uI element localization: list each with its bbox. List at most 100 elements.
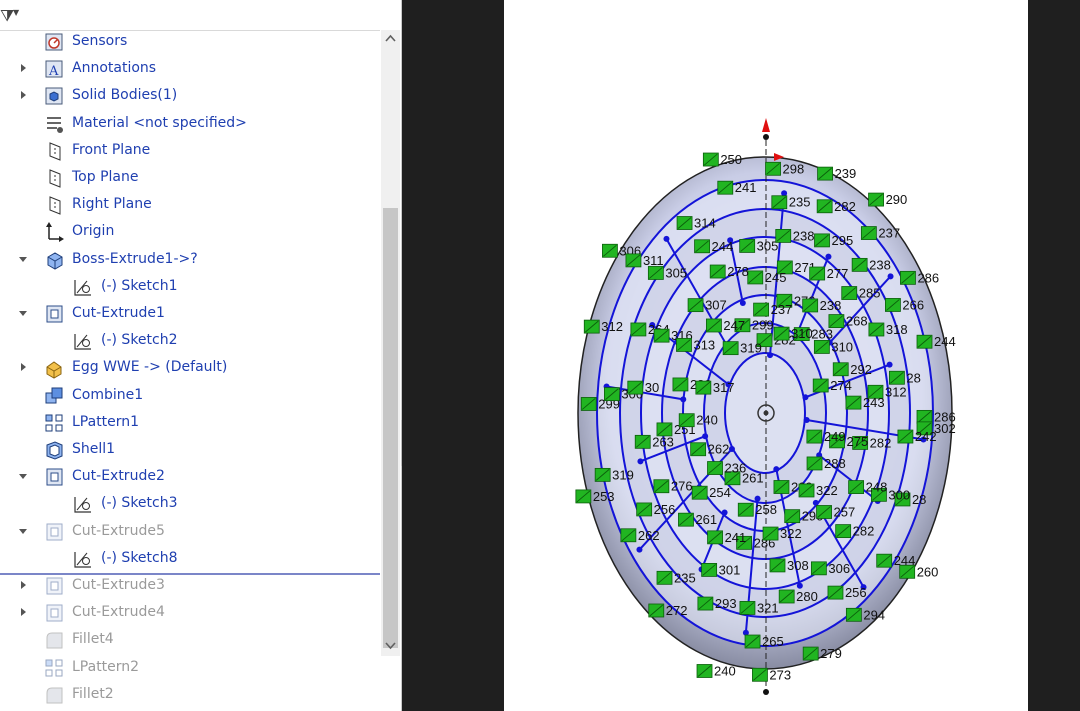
relation-marker[interactable]: 293	[697, 596, 737, 611]
sketch-point[interactable]	[812, 499, 819, 506]
relation-marker[interactable]: 238	[802, 298, 842, 313]
relation-marker[interactable]: 262	[620, 528, 660, 543]
tree-item[interactable]: A Annotations	[0, 56, 380, 83]
sketch-point[interactable]	[739, 300, 746, 307]
sketch-point[interactable]	[721, 509, 728, 516]
relation-marker[interactable]: 308	[769, 558, 809, 573]
sketch-point[interactable]	[728, 445, 735, 452]
relation-marker[interactable]: 282	[835, 524, 875, 539]
relation-marker[interactable]: 322	[798, 483, 838, 498]
relation-marker[interactable]: 286	[900, 270, 939, 285]
relation-marker[interactable]: 305	[647, 265, 687, 280]
relation-marker[interactable]: 321	[739, 600, 779, 615]
relation-marker[interactable]: 250	[702, 152, 742, 167]
collapse-arrow-icon[interactable]	[21, 64, 26, 73]
sketch-point[interactable]	[803, 416, 810, 423]
collapse-arrow-icon[interactable]	[21, 581, 26, 589]
relation-marker[interactable]: 236	[707, 461, 747, 476]
tree-item[interactable]: (-) Sketch3	[0, 491, 380, 518]
relation-marker[interactable]: 244	[916, 334, 956, 349]
relation-marker[interactable]: 254	[691, 485, 731, 500]
sketch-point[interactable]	[754, 495, 761, 502]
relation-marker[interactable]: 312	[583, 319, 623, 334]
sketch-point[interactable]	[767, 352, 774, 359]
tree-item[interactable]: LPattern1	[0, 410, 380, 437]
relation-marker[interactable]: 310	[813, 339, 853, 354]
tree-item[interactable]: (-) Sketch8	[0, 546, 380, 573]
relation-marker[interactable]: 235	[656, 570, 696, 585]
relation-marker[interactable]: 239	[817, 166, 857, 181]
relation-marker[interactable]: 247	[706, 318, 745, 333]
relation-marker[interactable]: 290	[868, 192, 908, 207]
relation-marker[interactable]: 235	[771, 195, 811, 210]
tree-item[interactable]: Cut-Extrude3	[0, 573, 380, 600]
relation-marker[interactable]: 238	[775, 228, 815, 243]
relation-marker[interactable]: 241	[717, 180, 757, 195]
relation-marker[interactable]: 273	[752, 667, 791, 682]
sketch-point[interactable]	[886, 361, 893, 368]
relation-marker[interactable]: 266	[885, 297, 924, 312]
tree-item[interactable]: Cut-Extrude2	[0, 464, 380, 491]
sketch-point[interactable]	[781, 190, 788, 197]
relation-marker[interactable]: 313	[676, 337, 715, 352]
relation-marker[interactable]: 319	[594, 467, 634, 482]
sketch-point[interactable]	[887, 273, 894, 280]
relation-marker[interactable]: 244	[876, 553, 916, 568]
scroll-down-button[interactable]	[381, 636, 400, 654]
sketch-point[interactable]	[773, 466, 780, 473]
relation-marker[interactable]: 268	[828, 314, 868, 329]
relation-marker[interactable]: 261	[678, 512, 717, 527]
relation-marker[interactable]: 258	[737, 502, 777, 517]
tree-item[interactable]: Egg WWE -> (Default)	[0, 355, 380, 382]
sketch-point[interactable]	[680, 396, 687, 403]
collapse-arrow-icon[interactable]	[21, 91, 26, 100]
chevron-down-icon[interactable]: ▼	[13, 8, 19, 17]
tree-item[interactable]: Cut-Extrude1	[0, 301, 380, 328]
sketch-point[interactable]	[802, 394, 809, 401]
sketch-point[interactable]	[637, 458, 644, 465]
relation-marker[interactable]: 243	[845, 395, 885, 410]
relation-marker[interactable]: 322	[762, 526, 802, 541]
relation-marker[interactable]: 274	[812, 378, 852, 393]
bottom-point-icon[interactable]	[763, 689, 769, 695]
relation-marker[interactable]: 292	[832, 362, 872, 377]
relation-marker[interactable]: 237	[860, 226, 900, 241]
relation-marker[interactable]: 311	[625, 253, 664, 268]
relation-marker[interactable]: 276	[653, 479, 693, 494]
relation-marker[interactable]: 253	[575, 489, 615, 504]
relation-marker[interactable]: 238	[851, 257, 891, 272]
relation-marker[interactable]: 237	[753, 302, 793, 317]
tree-item[interactable]: (-) Sketch1	[0, 274, 380, 301]
relation-marker[interactable]: 245	[747, 270, 787, 285]
relation-marker[interactable]: 248	[848, 480, 888, 495]
relation-marker[interactable]: 244	[694, 239, 734, 254]
relation-marker[interactable]: 256	[827, 585, 867, 600]
collapse-arrow-icon[interactable]	[21, 608, 26, 617]
tree-item[interactable]: Shell1	[0, 437, 380, 464]
relation-marker[interactable]: 319	[722, 341, 762, 356]
relation-marker[interactable]: 314	[676, 216, 716, 231]
relation-marker[interactable]: 294	[845, 607, 885, 622]
relation-marker[interactable]: 307	[687, 298, 727, 313]
relation-marker[interactable]: 288	[806, 456, 846, 471]
relation-marker[interactable]: 318	[868, 322, 908, 337]
sketch-point[interactable]	[636, 546, 643, 553]
relation-marker[interactable]: 279	[802, 646, 842, 661]
tree-item[interactable]: Sensors	[0, 29, 380, 56]
tree-item[interactable]: Right Plane	[0, 192, 380, 219]
relation-marker[interactable]: 263	[634, 434, 674, 449]
expand-arrow-icon[interactable]	[19, 528, 27, 534]
relation-marker[interactable]: 241	[707, 530, 747, 545]
scrollbar-thumb[interactable]	[383, 208, 398, 648]
relation-marker[interactable]: 282	[816, 199, 856, 214]
relation-marker[interactable]: 256	[636, 502, 676, 517]
tree-item[interactable]: Fillet4	[0, 627, 380, 654]
relation-marker[interactable]: 242	[897, 429, 937, 444]
tree-item[interactable]: Combine1	[0, 383, 380, 410]
relation-marker[interactable]: 257	[816, 504, 856, 519]
top-point-icon[interactable]	[763, 134, 769, 140]
relation-marker[interactable]: 249	[806, 429, 846, 444]
tree-item[interactable]: Front Plane	[0, 138, 380, 165]
relation-marker[interactable]: 305	[739, 238, 779, 253]
expand-arrow-icon[interactable]	[19, 256, 27, 262]
